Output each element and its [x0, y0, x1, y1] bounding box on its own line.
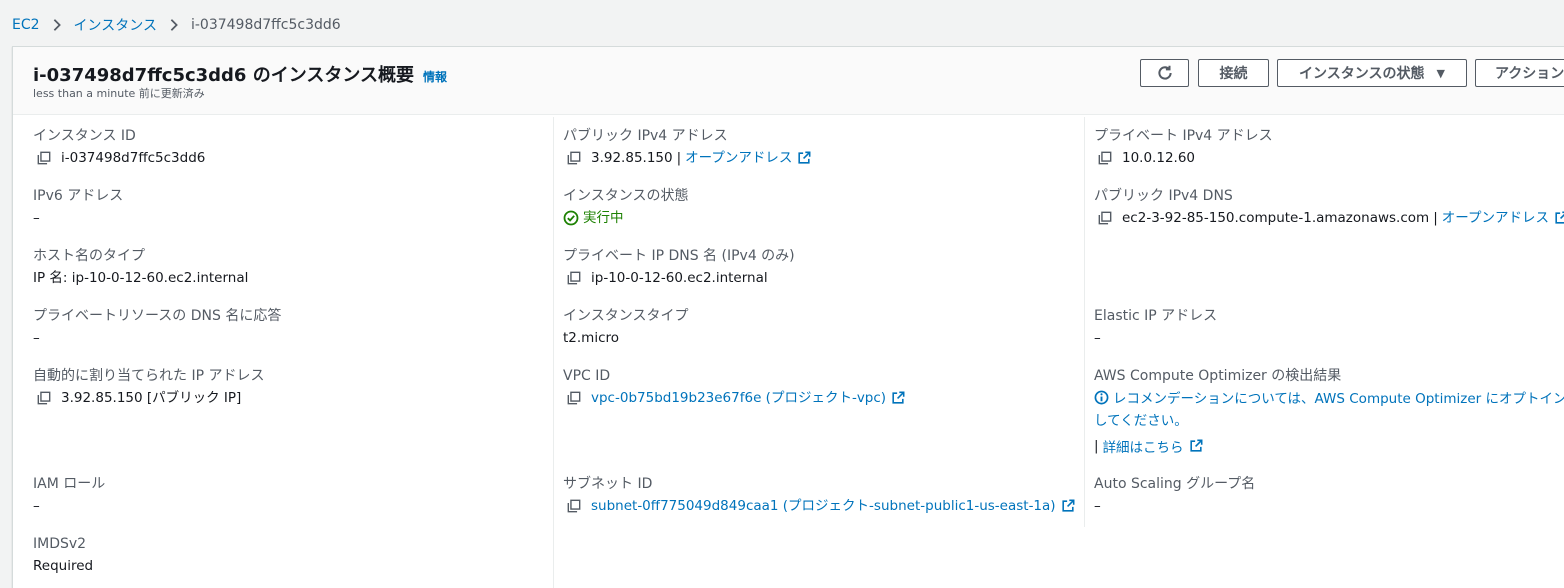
auto-ip-value: 3.92.85.150 [パブリック IP] [61, 390, 242, 406]
copy-icon[interactable] [37, 391, 51, 405]
field-iam-role: IAM ロール – [33, 474, 105, 516]
field-label: IMDSv2 [33, 536, 87, 552]
copy-icon[interactable] [567, 151, 581, 165]
field-public-ipv4: パブリック IPv4 アドレス 3.92.85.150 | オープンアドレス [563, 126, 811, 168]
external-link-icon[interactable] [797, 151, 811, 165]
info-link[interactable]: 情報 [423, 68, 447, 85]
iam-role-value: – [33, 498, 40, 514]
info-icon [1094, 390, 1109, 405]
field-label: サブネット ID [563, 476, 653, 492]
vpc-id-link[interactable]: vpc-0b75bd19b23e67f6e (プロジェクト-vpc) [591, 388, 886, 408]
breadcrumb: EC2 インスタンス i-037498d7ffc5c3dd6 [12, 15, 341, 35]
actions-dropdown[interactable]: アクション [1475, 59, 1564, 87]
optimizer-recommendation-text[interactable]: レコメンデーションについては、AWS Compute Optimizer にオプ… [1094, 391, 1564, 429]
field-public-dns: パブリック IPv4 DNS ec2-3-92-85-150.compute-1… [1094, 186, 1564, 228]
copy-icon[interactable] [37, 151, 51, 165]
field-label: インスタンスタイプ [563, 308, 689, 324]
copy-icon[interactable] [567, 271, 581, 285]
field-label: パブリック IPv4 DNS [1094, 188, 1233, 204]
refresh-icon [1157, 65, 1172, 80]
column-divider [1084, 117, 1085, 527]
instance-type-value: t2.micro [563, 330, 620, 346]
field-label: インスタンスの状態 [563, 188, 689, 204]
instance-id-value: i-037498d7ffc5c3dd6 [61, 150, 206, 166]
field-label: IAM ロール [33, 476, 106, 492]
field-label: IPv6 アドレス [33, 188, 124, 204]
field-label: プライベート IPv4 アドレス [1094, 128, 1273, 144]
field-instance-type: インスタンスタイプ t2.micro [563, 306, 688, 348]
instance-state-label: インスタンスの状態 [1299, 66, 1425, 82]
field-label: ホスト名のタイプ [33, 248, 145, 264]
field-subnet-id: サブネット ID subnet-0ff775049d849caa1 (プロジェク… [563, 474, 1075, 516]
copy-icon[interactable] [567, 391, 581, 405]
external-link-icon[interactable] [1554, 211, 1564, 225]
copy-icon[interactable] [1098, 151, 1112, 165]
refresh-button[interactable] [1140, 59, 1189, 87]
field-instance-state: インスタンスの状態 実行中 [563, 186, 688, 228]
field-instance-id: インスタンス ID i-037498d7ffc5c3dd6 [33, 126, 205, 168]
chevron-right-icon [53, 19, 61, 31]
page-title-text: i-037498d7ffc5c3dd6 のインスタンス概要 [33, 65, 415, 86]
open-address-link[interactable]: オープンアドレス [1442, 208, 1549, 228]
field-hostname-type: ホスト名のタイプ IP 名: ip-10-0-12-60.ec2.interna… [33, 246, 248, 288]
field-label: プライベートリソースの DNS 名に応答 [33, 308, 282, 324]
external-link-icon[interactable] [1061, 499, 1075, 513]
learn-more-link[interactable]: 詳細はこちら [1103, 436, 1184, 456]
instance-state-dropdown[interactable]: インスタンスの状態 ▼ [1277, 59, 1467, 87]
imdsv2-value: Required [33, 558, 94, 574]
private-dns-answer-value: – [33, 330, 40, 346]
field-label: Elastic IP アドレス [1094, 308, 1218, 324]
field-label: 自動的に割り当てられた IP アドレス [33, 368, 265, 384]
private-ip-dns-value: ip-10-0-12-60.ec2.internal [591, 270, 768, 286]
field-label: パブリック IPv4 アドレス [563, 128, 728, 144]
hostname-type-value: IP 名: ip-10-0-12-60.ec2.internal [33, 270, 249, 286]
instance-summary-panel: i-037498d7ffc5c3dd6 のインスタンス概要 情報 less th… [12, 46, 1564, 588]
field-label: プライベート IP DNS 名 (IPv4 のみ) [563, 248, 795, 264]
field-private-ip-dns: プライベート IP DNS 名 (IPv4 のみ) ip-10-0-12-60.… [563, 246, 795, 288]
asg-value: – [1094, 498, 1101, 514]
subnet-id-link[interactable]: subnet-0ff775049d849caa1 (プロジェクト-subnet-… [591, 496, 1056, 516]
field-ipv6: IPv6 アドレス – [33, 186, 123, 228]
public-dns-value: ec2-3-92-85-150.compute-1.amazonaws.com [1122, 210, 1430, 226]
separator: | [1094, 438, 1099, 454]
field-auto-ip: 自動的に割り当てられた IP アドレス 3.92.85.150 [パブリック I… [33, 366, 264, 408]
external-link-icon[interactable] [1189, 439, 1203, 453]
private-ipv4-value: 10.0.12.60 [1122, 150, 1195, 166]
elastic-ip-value: – [1094, 330, 1101, 346]
field-private-dns-answer: プライベートリソースの DNS 名に応答 – [33, 306, 281, 348]
field-vpc-id: VPC ID vpc-0b75bd19b23e67f6e (プロジェクト-vpc… [563, 366, 905, 408]
ipv6-value: – [33, 210, 40, 226]
connect-button[interactable]: 接続 [1198, 59, 1269, 87]
public-ipv4-value: 3.92.85.150 [591, 150, 673, 166]
caret-down-icon: ▼ [1436, 66, 1445, 80]
separator: | [676, 150, 682, 166]
field-asg: Auto Scaling グループ名 – [1094, 474, 1255, 516]
last-updated-text: less than a minute 前に更新済み [33, 87, 205, 100]
field-label: AWS Compute Optimizer の検出結果 [1094, 368, 1342, 384]
breadcrumb-instances[interactable]: インスタンス [74, 15, 157, 35]
external-link-icon[interactable] [891, 391, 905, 405]
instance-state-value: 実行中 [583, 210, 624, 226]
copy-icon[interactable] [567, 499, 581, 513]
field-imdsv2: IMDSv2 Required [33, 534, 93, 576]
field-label: Auto Scaling グループ名 [1094, 476, 1256, 492]
panel-header: i-037498d7ffc5c3dd6 のインスタンス概要 情報 less th… [13, 47, 1564, 115]
page-title: i-037498d7ffc5c3dd6 のインスタンス概要 情報 [33, 61, 447, 87]
separator: | [1433, 210, 1438, 226]
column-divider [553, 117, 554, 588]
status-running-icon [563, 210, 579, 226]
field-elastic-ip: Elastic IP アドレス – [1094, 306, 1217, 348]
open-address-link[interactable]: オープンアドレス [685, 148, 792, 168]
field-label: VPC ID [563, 368, 611, 384]
actions-label: アクション [1495, 66, 1564, 82]
chevron-right-icon [170, 19, 178, 31]
copy-icon[interactable] [1098, 211, 1112, 225]
field-private-ipv4: プライベート IPv4 アドレス 10.0.12.60 [1094, 126, 1273, 168]
breadcrumb-current: i-037498d7ffc5c3dd6 [190, 17, 341, 33]
field-label: インスタンス ID [33, 128, 136, 144]
breadcrumb-ec2[interactable]: EC2 [12, 17, 40, 33]
field-compute-optimizer: AWS Compute Optimizer の検出結果 レコメンデーションについ… [1094, 366, 1564, 456]
